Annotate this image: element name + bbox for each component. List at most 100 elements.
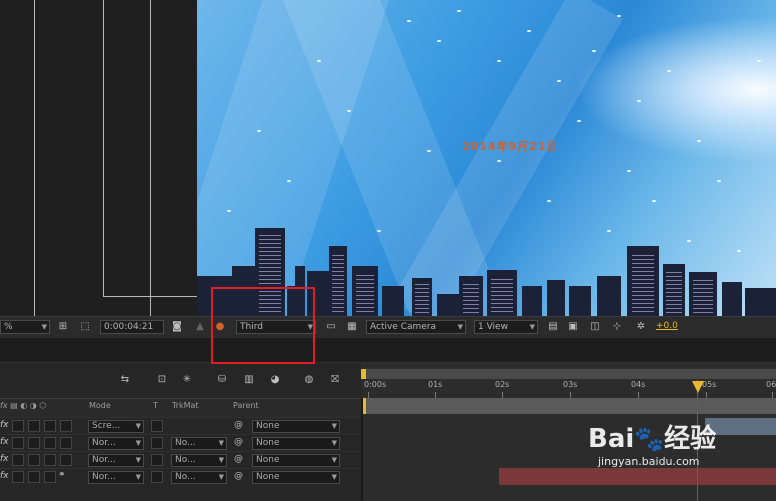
render-preview-icon[interactable]: ▣ — [566, 320, 580, 334]
chevron-down-icon: ▼ — [135, 439, 141, 447]
motion-blur-icon[interactable]: ◕ — [268, 373, 282, 387]
parent-dropdown[interactable]: None ▼ — [252, 420, 340, 433]
current-time-indicator-handle[interactable] — [692, 381, 704, 393]
ruler-tick-label: 05s — [702, 380, 717, 389]
blend-mode-dropdown[interactable]: Nor... ▼ — [88, 471, 144, 484]
parent-column-header[interactable]: Parent — [233, 401, 259, 410]
blend-mode-value: Nor... — [92, 455, 116, 465]
camera-view-dropdown[interactable]: Active Camera ▼ — [366, 320, 466, 334]
exposure-value[interactable]: +0.0 — [656, 321, 678, 331]
highlight-annotation-box — [211, 287, 315, 364]
blend-mode-value: Nor... — [92, 438, 116, 448]
pickwhip-icon[interactable]: @ — [234, 420, 243, 430]
flowchart-icon[interactable]: ⊹ — [610, 320, 624, 334]
work-area-range[interactable] — [363, 398, 776, 414]
fx-switch[interactable]: fx — [0, 420, 9, 430]
chevron-down-icon: ▼ — [331, 439, 337, 447]
track-matte-value: No... — [175, 472, 196, 482]
watermark-brand: Bai — [588, 424, 635, 454]
blend-mode-dropdown[interactable]: Nor... ▼ — [88, 437, 144, 450]
chevron-down-icon: ▼ — [135, 473, 141, 481]
preserve-transparency-checkbox[interactable] — [151, 454, 163, 466]
parent-dropdown[interactable]: None ▼ — [252, 471, 340, 484]
paw-icon: 🐾 — [634, 425, 665, 453]
live-update-icon[interactable]: ⊡ — [155, 373, 169, 387]
fx-column-icons: fx ▤ ◐ ◑ ⬡ — [0, 401, 47, 410]
safe-margins-icon[interactable]: ⊞ — [56, 320, 70, 334]
chevron-down-icon: ▼ — [457, 323, 463, 331]
track-matte-value: No... — [175, 438, 196, 448]
comp-mini-flowchart-icon[interactable]: ⇆ — [118, 373, 132, 387]
ruler-tick-label: 02s — [495, 380, 510, 389]
track-matte-dropdown[interactable]: No... ▼ — [171, 471, 227, 484]
blend-mode-dropdown[interactable]: Scre... ▼ — [88, 420, 144, 433]
parent-value: None — [256, 421, 280, 431]
work-area-bar[interactable] — [363, 369, 776, 379]
view-layout-value: 1 View — [478, 322, 508, 332]
blend-mode-value: Nor... — [92, 472, 116, 482]
ruler-tick-label: 06 — [766, 380, 776, 389]
reset-exposure-icon[interactable]: ✲ — [634, 320, 648, 334]
view-layout-dropdown[interactable]: 1 View ▼ — [474, 320, 538, 334]
pickwhip-icon[interactable]: @ — [234, 454, 243, 464]
overlay-date-text: 2014年9月21日 — [462, 140, 559, 153]
chevron-down-icon: ▼ — [218, 439, 224, 447]
chevron-down-icon: ▼ — [41, 323, 47, 331]
camera-snapshot-icon[interactable]: ◙ — [170, 320, 184, 334]
show-snapshot-icon[interactable]: ▲ — [193, 320, 207, 334]
chevron-down-icon: ▼ — [331, 456, 337, 464]
guide-line — [103, 0, 104, 297]
parent-dropdown[interactable]: None ▼ — [252, 437, 340, 450]
ruler-tick-label: 04s — [631, 380, 646, 389]
blend-mode-dropdown[interactable]: Nor... ▼ — [88, 454, 144, 467]
fx-switch[interactable]: fx — [0, 471, 9, 481]
brainstorm-icon[interactable]: ⛝ — [328, 373, 342, 387]
parent-value: None — [256, 438, 280, 448]
timeline-link-icon[interactable]: ◫ — [588, 320, 602, 334]
pickwhip-icon[interactable]: @ — [234, 471, 243, 481]
track-matte-dropdown[interactable]: No... ▼ — [171, 454, 227, 467]
chevron-down-icon: ▼ — [218, 456, 224, 464]
magnification-value: % — [4, 322, 13, 332]
fx-switch[interactable]: fx — [0, 437, 9, 447]
ruler-tick-label: 0:00s — [364, 380, 387, 389]
preserve-transparency-checkbox[interactable] — [151, 437, 163, 449]
preserve-transparency-checkbox[interactable] — [151, 471, 163, 483]
timecode-text: 0:00:04:21 — [104, 322, 154, 332]
parent-dropdown[interactable]: None ▼ — [252, 454, 340, 467]
ruler-tick-label: 03s — [563, 380, 578, 389]
fast-previews-icon[interactable]: ▭ — [324, 320, 338, 334]
panel-splitter[interactable] — [361, 398, 363, 501]
guide-line — [150, 0, 151, 316]
preserve-transparency-checkbox[interactable] — [151, 420, 163, 432]
work-area-start-handle[interactable] — [361, 369, 366, 379]
composition-viewer[interactable]: 2014年9月21日 — [197, 0, 776, 316]
chevron-down-icon: ▼ — [135, 456, 141, 464]
mode-column-header[interactable]: Mode — [89, 401, 111, 410]
parent-value: None — [256, 472, 280, 482]
watermark-brand-suffix: 经验 — [664, 424, 717, 454]
hide-shy-layers-icon[interactable]: ⛁ — [215, 373, 229, 387]
watermark-url: jingyan.baidu.com — [598, 455, 700, 468]
pickwhip-icon[interactable]: @ — [234, 437, 243, 447]
trkmat-column-header[interactable]: TrkMat — [172, 401, 199, 410]
camera-view-value: Active Camera — [370, 322, 437, 332]
transparency-grid-icon[interactable]: ▦ — [345, 320, 359, 334]
draft-3d-icon[interactable]: ✳ — [180, 373, 194, 387]
region-of-interest-icon[interactable]: ⬚ — [78, 320, 92, 334]
current-time-field[interactable]: 0:00:04:21 — [100, 320, 164, 334]
viewer-toolbar: % ▼ ⊞ ⬚ 0:00:04:21 ◙ ▲ ● Third ▼ ▭ ▦ Act… — [0, 316, 776, 338]
chevron-down-icon: ▼ — [135, 422, 141, 430]
fx-switch[interactable]: fx — [0, 454, 9, 464]
chevron-down-icon: ▼ — [218, 473, 224, 481]
graph-editor-icon[interactable]: ◍ — [302, 373, 316, 387]
ruler-tick-label: 01s — [428, 380, 443, 389]
toggle-pixel-aspect-icon[interactable]: ▤ — [546, 320, 560, 334]
guide-line — [103, 296, 197, 297]
track-matte-dropdown[interactable]: No... ▼ — [171, 437, 227, 450]
collapse-transformations-icon[interactable]: ⚭ — [58, 470, 66, 480]
t-column-header[interactable]: T — [153, 401, 158, 410]
frame-blending-icon[interactable]: ▥ — [242, 373, 256, 387]
layer-duration-bar[interactable] — [499, 468, 776, 485]
magnification-dropdown[interactable]: % ▼ — [0, 320, 50, 334]
